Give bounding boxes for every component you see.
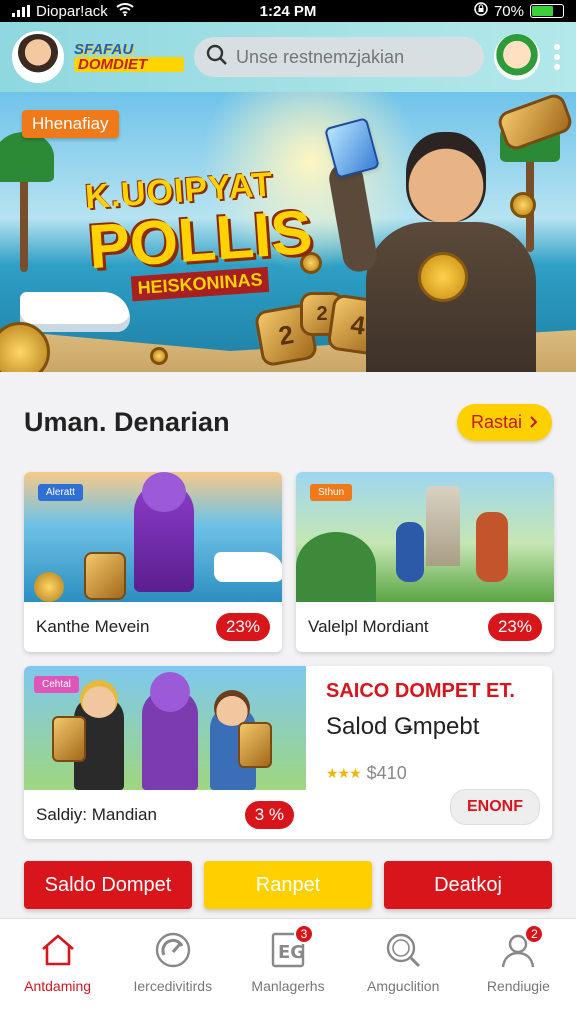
hero-character-image xyxy=(324,117,546,372)
nav-item-profile[interactable]: 2 Rendiugie xyxy=(461,919,576,1004)
banner-title: K.UOIPYAT POLLIS HEISKONINAS xyxy=(84,162,332,304)
ticket-icon: EG 3 xyxy=(268,923,314,970)
star-rating-icon: ★★★ xyxy=(326,765,362,781)
nav-item-activities[interactable]: Iercedivitirds xyxy=(115,919,230,1004)
card-chip: Aleratt xyxy=(38,484,83,501)
game-card[interactable]: Sthun Valelpl Mordiant 23% xyxy=(296,472,554,652)
search-icon xyxy=(383,930,423,970)
status-bar: Diopar!ack 1:24 PM 70% xyxy=(0,0,576,22)
action-bar: Saldo Dompet Ranpet Deatkoj xyxy=(0,839,576,909)
percent-badge: 23% xyxy=(215,613,270,641)
card-title: Saldiy: Mandian xyxy=(36,804,157,824)
logo-line2: DOMDIET xyxy=(74,57,184,72)
card-chip: Sthun xyxy=(310,484,353,501)
battery-icon xyxy=(530,4,564,18)
hero-banner[interactable]: Hhenafiay K.UOIPYAT POLLIS HEISKONINAS 2… xyxy=(0,92,576,372)
more-menu-icon[interactable] xyxy=(550,40,564,74)
banner-tag: Hhenafiay xyxy=(22,110,119,138)
see-more-button[interactable]: Rastai xyxy=(456,403,552,441)
cta-button[interactable]: ENONF xyxy=(450,789,540,825)
nav-label: Iercedivitirds xyxy=(133,977,213,994)
coin-image xyxy=(150,347,168,365)
scroll-peek xyxy=(0,1004,576,1024)
wallet-balance-button[interactable]: Saldo Dompet xyxy=(24,861,192,909)
logo-line1: SFAFAU xyxy=(74,41,134,58)
bottom-nav: Antdaming Iercedivitirds EG 3 Manlagerhs… xyxy=(0,918,576,1004)
notification-badge: 3 xyxy=(294,923,314,944)
nav-label: Rendiugie xyxy=(486,977,550,994)
signal-icon xyxy=(12,5,30,17)
banner-title-line2: POLLIS xyxy=(86,197,315,283)
speed-icon xyxy=(153,930,193,970)
nav-item-search[interactable]: Amguclition xyxy=(346,919,461,1004)
card-title: Valelpl Mordiant xyxy=(308,617,429,636)
app-header: SFAFAU DOMDIET xyxy=(0,22,576,92)
user-avatar[interactable] xyxy=(12,31,64,83)
mascot-avatar[interactable] xyxy=(494,34,540,80)
chevron-right-icon xyxy=(528,412,538,433)
see-more-label: Rastai xyxy=(470,411,522,432)
secondary-action-button[interactable]: Ranpet xyxy=(204,861,372,909)
promo-subtitle: Salod Ǥmpebt xyxy=(326,713,480,740)
svg-text:EG: EG xyxy=(278,942,305,963)
search-input[interactable] xyxy=(236,46,472,68)
percent-badge: 23% xyxy=(487,613,542,641)
wifi-icon xyxy=(116,2,134,20)
game-card-image: Aleratt xyxy=(24,472,282,602)
game-card-image: Sthun xyxy=(296,472,554,602)
nav-label: Antdaming xyxy=(24,977,92,994)
search-icon xyxy=(206,44,228,71)
section-title: Uman. Denarian xyxy=(24,406,230,437)
game-card[interactable]: Aleratt Kanthe Mevein 23% xyxy=(24,472,282,652)
nav-item-manager[interactable]: EG 3 Manlagerhs xyxy=(230,919,345,1004)
card-title: Kanthe Mevein xyxy=(36,617,150,636)
nav-label: Manlagerhs xyxy=(251,977,325,994)
featured-card[interactable]: Cehtal Saldiy: Mandian 3 % SAICO DOMPET … xyxy=(24,666,552,839)
home-icon xyxy=(38,930,78,970)
featured-card-image: Cehtal xyxy=(24,666,306,790)
notification-badge: 2 xyxy=(524,923,545,944)
status-time: 1:24 PM xyxy=(259,2,317,20)
percent-badge: 3 % xyxy=(244,800,294,829)
lock-rotation-icon xyxy=(474,2,488,20)
carrier-label: Diopar!ack xyxy=(36,2,108,20)
promo-section: Uman. Denarian Rastai Aleratt Kanthe Mev… xyxy=(0,372,576,839)
game-card-grid: Aleratt Kanthe Mevein 23% Sthun Valelpl … xyxy=(24,472,554,652)
promo-title: SAICO DOMPET ET. xyxy=(326,680,515,702)
price-label: $410 xyxy=(366,763,407,783)
profile-icon: 2 xyxy=(498,923,545,970)
nav-label: Amguclition xyxy=(367,977,440,994)
app-logo: SFAFAU DOMDIET xyxy=(74,42,184,72)
tertiary-action-button[interactable]: Deatkoj xyxy=(384,861,552,909)
nav-item-home[interactable]: Antdaming xyxy=(0,919,115,1004)
battery-percent: 70% xyxy=(493,2,524,20)
card-chip: Cehtal xyxy=(34,676,79,693)
search-bar[interactable] xyxy=(194,37,484,77)
